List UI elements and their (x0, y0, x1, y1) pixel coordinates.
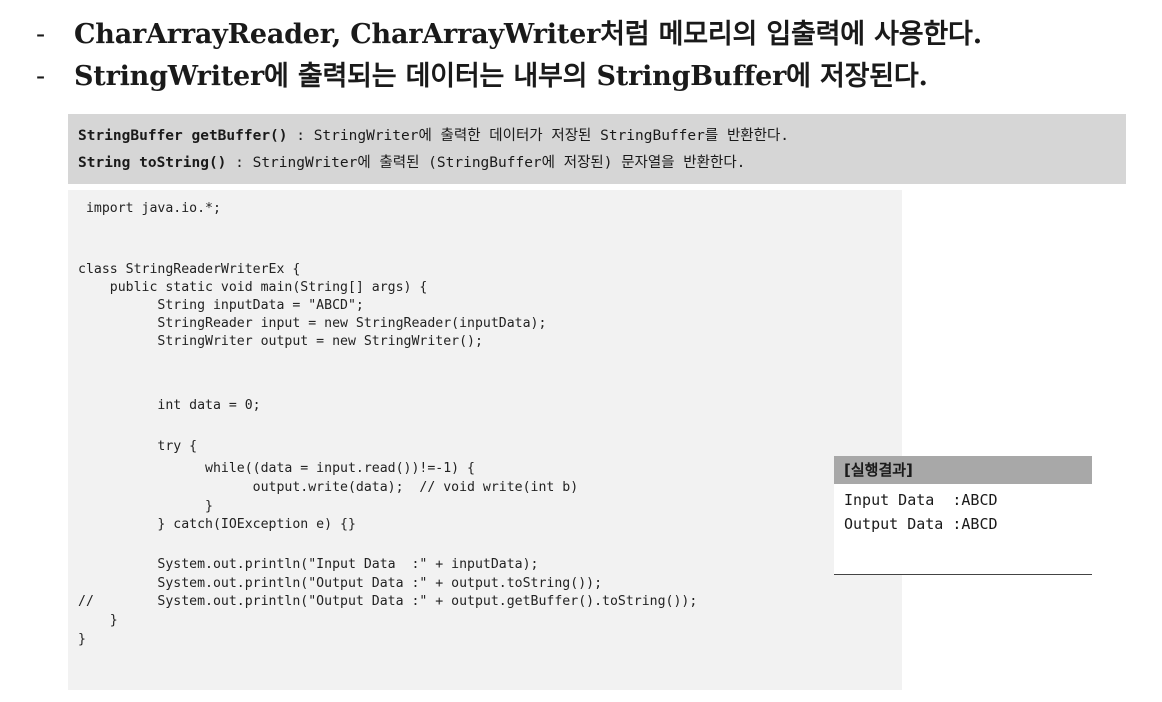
code-line: try { (78, 439, 198, 454)
method-signature: StringBuffer getBuffer() (78, 128, 288, 144)
code-line: StringWriter output = new StringWriter()… (78, 334, 483, 349)
result-line: Input Data :ABCD (844, 491, 998, 509)
code-line: import java.io.*; (78, 201, 221, 216)
bullet-item: - StringWriter에 출력되는 데이터는 내부의 StringBuff… (36, 56, 1156, 98)
code-line: public static void main(String[] args) { (78, 280, 428, 295)
method-description: : StringWriter에 출력된 (StringBuffer에 저장된) … (226, 155, 746, 171)
execution-result-box: [실행결과] Input Data :ABCD Output Data :ABC… (834, 456, 1092, 575)
bullet-text: CharArrayReader, CharArrayWriter처럼 메모리의 … (74, 19, 982, 50)
bullet-item: - CharArrayReader, CharArrayWriter처럼 메모리… (36, 14, 1156, 56)
code-line: int data = 0; (78, 398, 261, 413)
method-signature: String toString() (78, 155, 227, 171)
code-listing: import java.io.*; class StringReaderWrit… (68, 190, 902, 690)
code-line: System.out.println("Output Data :" + out… (78, 576, 603, 591)
bullet-list: - CharArrayReader, CharArrayWriter처럼 메모리… (36, 14, 1156, 98)
bullet-text: StringWriter에 출력되는 데이터는 내부의 StringBuffer… (74, 61, 928, 92)
code-line: } (78, 613, 118, 628)
api-method-tostring: String toString() : StringWriter에 출력된 (S… (78, 150, 1126, 177)
bullet-dash: - (36, 61, 45, 92)
code-line: String inputData = "ABCD"; (78, 298, 364, 313)
api-method-box: StringBuffer getBuffer() : StringWriter에… (68, 114, 1126, 184)
code-line: output.write(data); // void write(int b) (78, 480, 579, 495)
api-method-getbuffer: StringBuffer getBuffer() : StringWriter에… (78, 123, 1126, 150)
result-line: Output Data :ABCD (844, 515, 998, 533)
code-line: } (78, 499, 213, 514)
code-line: } (78, 632, 86, 647)
code-line: class StringReaderWriterEx { (78, 262, 301, 277)
code-line: } catch(IOException e) {} (78, 517, 356, 532)
bullet-dash: - (36, 19, 45, 50)
method-description: : StringWriter에 출력한 데이터가 저장된 StringBuffe… (287, 128, 790, 144)
result-title: [실행결과] (834, 456, 1092, 484)
code-line: StringReader input = new StringReader(in… (78, 316, 547, 331)
code-line: // System.out.println("Output Data :" + … (78, 594, 698, 609)
code-line: System.out.println("Input Data :" + inpu… (78, 557, 539, 572)
code-line: while((data = input.read())!=-1) { (78, 461, 475, 476)
